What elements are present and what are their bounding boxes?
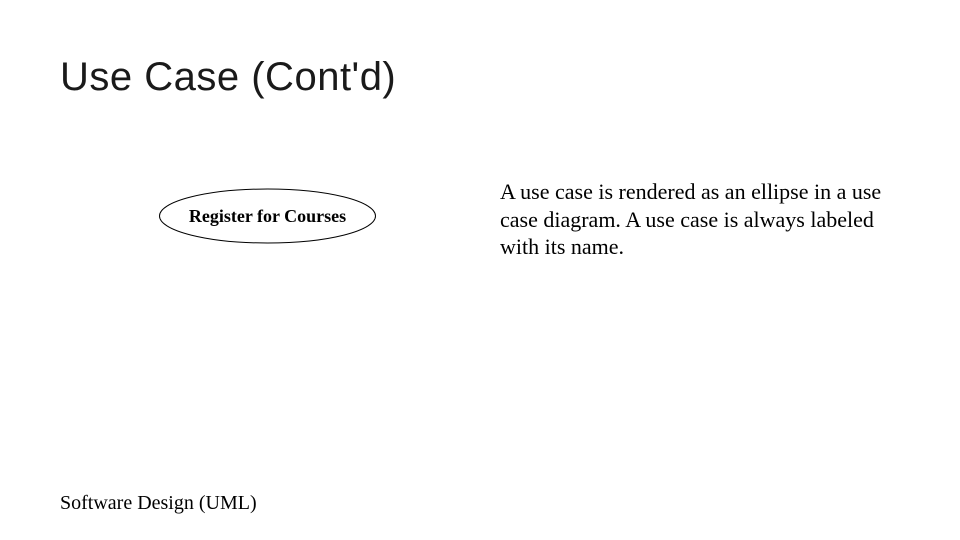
usecase-label: Register for Courses xyxy=(155,185,380,247)
usecase-ellipse: Register for Courses xyxy=(155,185,380,247)
slide-footer: Software Design (UML) xyxy=(60,492,257,515)
slide: Use Case (Cont'd) Register for Courses A… xyxy=(0,0,960,540)
usecase-description: A use case is rendered as an ellipse in … xyxy=(500,178,900,261)
slide-title: Use Case (Cont'd) xyxy=(60,55,396,100)
